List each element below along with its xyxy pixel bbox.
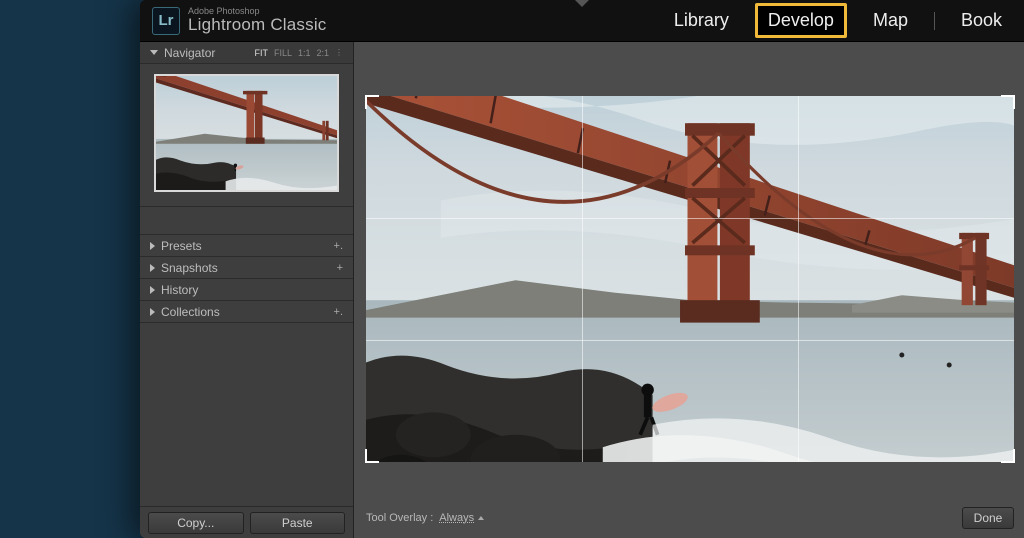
module-tabs: Library Develop Map Book — [664, 3, 1012, 38]
navigator-thumbnail[interactable] — [154, 74, 339, 192]
tab-library[interactable]: Library — [664, 6, 739, 35]
paste-button[interactable]: Paste — [250, 512, 346, 534]
add-snapshot-icon[interactable]: + — [337, 262, 343, 274]
navigator-title: Navigator — [164, 46, 215, 60]
app-window: Lr Adobe Photoshop Lightroom Classic Lib… — [140, 0, 1024, 538]
top-bar: Lr Adobe Photoshop Lightroom Classic Lib… — [140, 0, 1024, 42]
tool-bottom-bar: Tool Overlay : Always Done — [366, 504, 1014, 532]
tab-divider — [934, 12, 935, 30]
chevron-right-icon — [150, 308, 155, 316]
copy-button[interactable]: Copy... — [148, 512, 244, 534]
chevron-down-icon — [150, 50, 158, 55]
workspace: Navigator FIT FILL 1:1 2:1 ⋮ — [140, 42, 1024, 538]
thumbnail-image — [156, 76, 337, 190]
history-panel-header[interactable]: History — [140, 279, 353, 301]
navigator-zoom-options: FIT FILL 1:1 2:1 ⋮ — [254, 48, 343, 58]
done-button[interactable]: Done — [962, 507, 1014, 529]
presets-panel-header[interactable]: Presets +. — [140, 235, 353, 257]
tab-map[interactable]: Map — [863, 6, 918, 35]
chevron-right-icon — [150, 264, 155, 272]
center-stage: Tool Overlay : Always Done — [354, 42, 1024, 538]
add-collection-icon[interactable]: +. — [334, 306, 343, 318]
left-panel: Navigator FIT FILL 1:1 2:1 ⋮ — [140, 42, 354, 538]
chevron-right-icon — [150, 242, 155, 250]
tool-overlay-label: Tool Overlay : — [366, 512, 433, 524]
photo-image — [366, 96, 1014, 462]
zoom-2-1[interactable]: 2:1 — [316, 48, 329, 58]
presets-label: Presets — [161, 239, 202, 253]
left-panel-spacer — [140, 323, 353, 506]
tool-overlay-value[interactable]: Always — [439, 512, 474, 524]
app-logo: Lr — [152, 7, 180, 35]
photo-canvas[interactable] — [366, 96, 1014, 462]
collections-label: Collections — [161, 305, 220, 319]
collections-panel-header[interactable]: Collections +. — [140, 301, 353, 323]
menu-caret-icon[interactable] — [575, 0, 589, 7]
zoom-1-1[interactable]: 1:1 — [298, 48, 311, 58]
panel-gap — [140, 207, 353, 235]
caret-up-icon[interactable] — [478, 516, 484, 520]
snapshots-panel-header[interactable]: Snapshots + — [140, 257, 353, 279]
navigator-panel-header[interactable]: Navigator FIT FILL 1:1 2:1 ⋮ — [140, 42, 353, 64]
zoom-fit[interactable]: FIT — [254, 48, 268, 58]
tab-book[interactable]: Book — [951, 6, 1012, 35]
zoom-menu-icon[interactable]: ⋮ — [335, 48, 343, 57]
navigator-thumbnail-wrap — [140, 64, 353, 207]
zoom-fill[interactable]: FILL — [274, 48, 292, 58]
brand-big: Lightroom Classic — [188, 16, 327, 34]
add-preset-icon[interactable]: +. — [334, 240, 343, 252]
app-title: Adobe Photoshop Lightroom Classic — [188, 7, 327, 34]
chevron-right-icon — [150, 286, 155, 294]
history-label: History — [161, 283, 198, 297]
left-button-row: Copy... Paste — [140, 506, 353, 538]
tab-develop[interactable]: Develop — [755, 3, 847, 38]
snapshots-label: Snapshots — [161, 261, 218, 275]
